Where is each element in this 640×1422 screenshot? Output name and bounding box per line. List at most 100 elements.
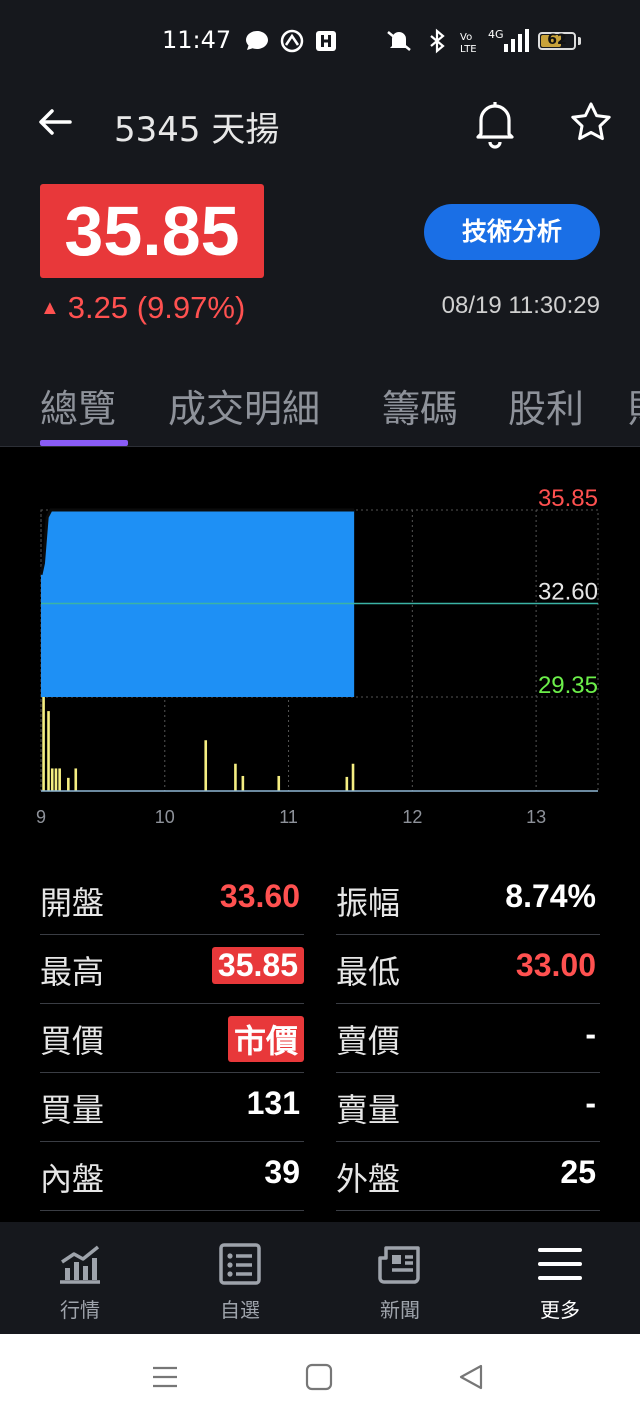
home-button[interactable] — [304, 1362, 334, 1396]
status-bar: 11:47 Vo LTE 4G 62 — [0, 0, 640, 86]
tab-financials[interactable]: 財 — [628, 378, 640, 433]
tab-dividends[interactable]: 股利 — [508, 378, 584, 433]
volume-bar — [351, 763, 355, 791]
stat-value: 39 — [264, 1154, 300, 1190]
volume-bar — [241, 775, 245, 791]
recents-button[interactable] — [150, 1362, 180, 1396]
stat-value: 25 — [560, 1154, 596, 1190]
stat-label: 開盤 — [40, 884, 105, 922]
stat-label: 振幅 — [336, 884, 401, 922]
battery-icon: 62 — [538, 32, 576, 50]
stat-label: 最低 — [336, 953, 401, 991]
nav-news[interactable]: 新聞 — [350, 1240, 450, 1323]
volume-bar — [277, 775, 281, 791]
tab-chips[interactable]: 籌碼 — [382, 378, 458, 433]
system-nav-bar — [0, 1334, 640, 1422]
volume-bar — [345, 776, 349, 791]
chat-bubble-icon — [244, 28, 270, 56]
stat-row: 賣量 - — [336, 1073, 600, 1142]
nav-watchlist-label: 自選 — [220, 1298, 260, 1322]
stat-value: 33.00 — [515, 947, 596, 983]
volume-bar — [67, 777, 70, 791]
header: 5345 天揚 — [0, 86, 640, 166]
nav-market[interactable]: 行情 — [30, 1240, 130, 1323]
stat-row: 開盤 33.60 — [40, 866, 304, 935]
nav-watchlist[interactable]: 自選 — [190, 1240, 290, 1323]
stat-row: 最低 33.00 — [336, 935, 600, 1004]
back-icon — [459, 1364, 483, 1390]
back-arrow-icon — [39, 109, 72, 135]
stat-value: 131 — [246, 1085, 300, 1121]
price-change: ▲ 3.25 (9.97%) — [40, 290, 245, 326]
y-label-high: 35.85 — [538, 485, 598, 512]
stat-row: 買價 市價 — [40, 1004, 304, 1073]
nav-news-label: 新聞 — [380, 1298, 420, 1322]
recents-icon — [153, 1366, 177, 1388]
stat-label: 賣量 — [336, 1091, 401, 1129]
nav-more[interactable]: 更多 — [510, 1240, 610, 1323]
stat-value: 33.60 — [219, 878, 300, 914]
stat-label: 內盤 — [40, 1160, 105, 1198]
news-icon — [378, 1246, 420, 1284]
current-price: 35.85 — [64, 192, 240, 270]
price-change-value: 3.25 (9.97%) — [67, 290, 246, 325]
chart-canvas: 35.85 32.60 29.35 9 10 11 12 13 — [36, 485, 599, 827]
y-label-reference: 32.60 — [538, 579, 598, 606]
bluetooth-icon — [426, 28, 448, 56]
favorite-button[interactable] — [566, 96, 616, 150]
watchlist-icon — [219, 1243, 261, 1285]
stat-row: 最高 35.85 — [40, 935, 304, 1004]
menu-icon — [538, 1248, 582, 1280]
nav-market-label: 行情 — [60, 1298, 100, 1322]
network-label: 4G — [488, 28, 504, 41]
alert-button[interactable] — [470, 96, 520, 150]
battery-level: 62 — [547, 32, 567, 48]
system-back-button[interactable] — [456, 1362, 486, 1396]
stat-row: 內盤 39 — [40, 1142, 304, 1211]
signal-4g-icon: 4G — [488, 28, 530, 56]
volume-bar — [58, 768, 61, 791]
bottom-nav: 行情 自選 新聞 更多 — [0, 1222, 640, 1334]
stat-row: 賣價 - — [336, 1004, 600, 1073]
volume-bar — [47, 711, 50, 791]
home-icon — [305, 1363, 333, 1391]
stat-value: 8.74% — [505, 878, 596, 914]
page-title: 5345 天揚 — [114, 110, 280, 150]
stat-value: - — [585, 1085, 596, 1121]
active-tab-indicator — [40, 440, 128, 446]
tab-trade-details[interactable]: 成交明細 — [168, 378, 320, 433]
star-icon — [571, 102, 611, 141]
stat-row: 買量 131 — [40, 1073, 304, 1142]
x-tick-label: 13 — [526, 807, 546, 827]
technical-analysis-button[interactable]: 技術分析 — [424, 204, 600, 260]
volume-bar — [42, 697, 45, 791]
y-label-low: 29.35 — [538, 672, 598, 699]
intraday-chart: 35.85 32.60 29.35 9 10 11 12 13 — [0, 447, 640, 847]
nav-more-label: 更多 — [540, 1298, 580, 1322]
stat-row: 振幅 8.74% — [336, 866, 600, 935]
x-tick-label: 9 — [36, 807, 46, 827]
volume-bar — [204, 740, 208, 791]
stat-label: 外盤 — [336, 1160, 401, 1198]
stat-label: 買量 — [40, 1091, 105, 1129]
up-arrow-icon: ▲ — [40, 297, 60, 319]
status-time: 11:47 — [162, 26, 232, 54]
bell-icon — [476, 102, 514, 149]
stat-value: 35.85 — [211, 947, 304, 984]
tab-overview[interactable]: 總覽 — [40, 378, 116, 433]
sync-app-icon — [280, 28, 304, 56]
volume-bar — [234, 763, 237, 791]
back-button[interactable] — [34, 100, 78, 144]
stat-row: 外盤 25 — [336, 1142, 600, 1211]
stat-label: 最高 — [40, 953, 105, 991]
volte-icon: Vo LTE — [460, 32, 477, 55]
tab-bar: 總覽 成交明細 籌碼 股利 財 — [0, 360, 640, 447]
stat-value: 市價 — [227, 1016, 304, 1062]
quote-timestamp: 08/19 11:30:29 — [441, 292, 600, 319]
volume-bar — [74, 768, 78, 791]
stat-label: 賣價 — [336, 1022, 401, 1060]
x-tick-label: 11 — [279, 807, 298, 827]
volume-bar — [50, 768, 54, 791]
battery-tip — [578, 37, 581, 45]
stat-label: 買價 — [40, 1022, 105, 1060]
